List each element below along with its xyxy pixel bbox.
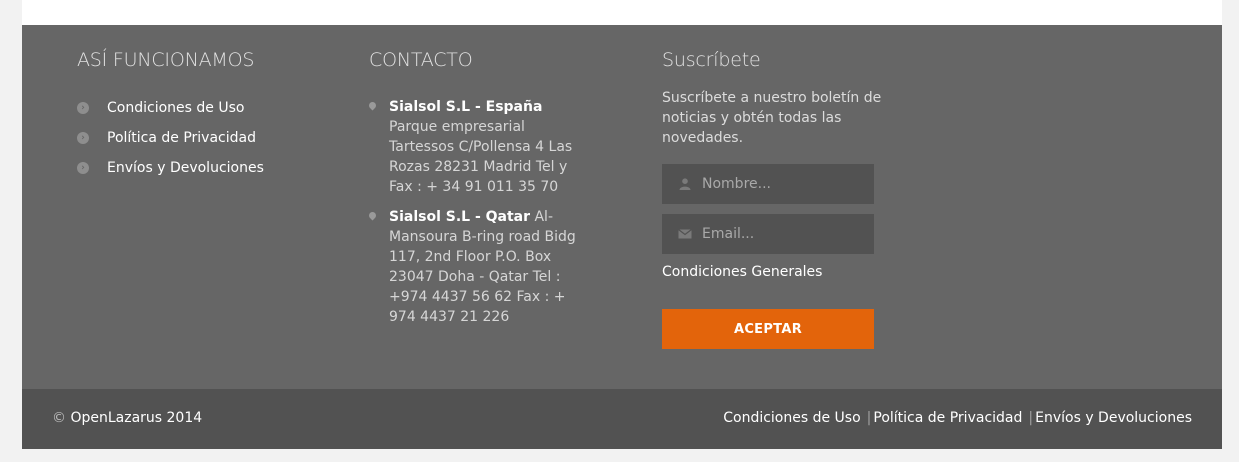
email-input[interactable] xyxy=(702,226,872,242)
map-pin-icon xyxy=(367,100,378,111)
accept-button[interactable]: ACEPTAR xyxy=(662,309,874,349)
bottom-privacy-policy-link[interactable]: Política de Privacidad xyxy=(873,410,1022,426)
how-it-works-title: ASÍ FUNCIONAMOS xyxy=(77,49,255,71)
bottom-shipping-returns-link[interactable]: Envíos y Devoluciones xyxy=(1035,410,1192,426)
shipping-returns-link[interactable]: Envíos y Devoluciones xyxy=(107,160,264,176)
list-item: › Envíos y Devoluciones xyxy=(77,153,264,183)
contact-address: Al-Mansoura B-ring road Bidg 117, 2nd Fl… xyxy=(389,209,576,325)
name-field[interactable] xyxy=(662,164,874,204)
link-separator: | xyxy=(866,410,872,426)
general-conditions-link[interactable]: Condiciones Generales xyxy=(662,264,822,280)
bottom-conditions-of-use-link[interactable]: Condiciones de Uso xyxy=(723,410,860,426)
copyright-icon: © xyxy=(52,410,66,426)
conditions-of-use-link[interactable]: Condiciones de Uso xyxy=(107,100,244,116)
copyright-text: OpenLazarus 2014 xyxy=(70,410,203,426)
arrow-circle-icon: › xyxy=(77,102,89,114)
email-field[interactable] xyxy=(662,214,874,254)
contact-title: CONTACTO xyxy=(369,49,473,71)
contact-company-name: Sialsol S.L - España xyxy=(389,99,543,115)
contact-item-qatar: Sialsol S.L - Qatar Al-Mansoura B-ring r… xyxy=(367,207,584,327)
subscribe-title: Suscríbete xyxy=(662,49,761,71)
contact-address: Parque empresarial Tartessos C/Pollensa … xyxy=(389,119,573,195)
footer-bottom-bar: © OpenLazarus 2014 Condiciones de Uso | … xyxy=(22,389,1222,449)
bottom-links: Condiciones de Uso | Política de Privaci… xyxy=(723,410,1192,426)
subscribe-description: Suscríbete a nuestro boletín de noticias… xyxy=(662,90,882,146)
copyright: © OpenLazarus 2014 xyxy=(52,410,202,426)
arrow-circle-icon: › xyxy=(77,162,89,174)
footer: ASÍ FUNCIONAMOS › Condiciones de Uso › P… xyxy=(22,25,1222,389)
list-item: › Condiciones de Uso xyxy=(77,93,264,123)
content-area-end xyxy=(22,0,1222,25)
privacy-policy-link[interactable]: Política de Privacidad xyxy=(107,130,256,146)
map-pin-icon xyxy=(367,210,378,221)
contact-list: Sialsol S.L - España Parque empresarial … xyxy=(367,97,584,337)
contact-item-spain: Sialsol S.L - España Parque empresarial … xyxy=(367,97,584,197)
name-input[interactable] xyxy=(702,176,872,192)
envelope-icon xyxy=(678,229,692,239)
list-item: › Política de Privacidad xyxy=(77,123,264,153)
user-icon xyxy=(679,178,691,190)
arrow-circle-icon: › xyxy=(77,132,89,144)
link-separator: | xyxy=(1028,410,1034,426)
contact-company-name: Sialsol S.L - Qatar xyxy=(389,209,531,225)
how-it-works-list: › Condiciones de Uso › Política de Priva… xyxy=(77,93,264,183)
